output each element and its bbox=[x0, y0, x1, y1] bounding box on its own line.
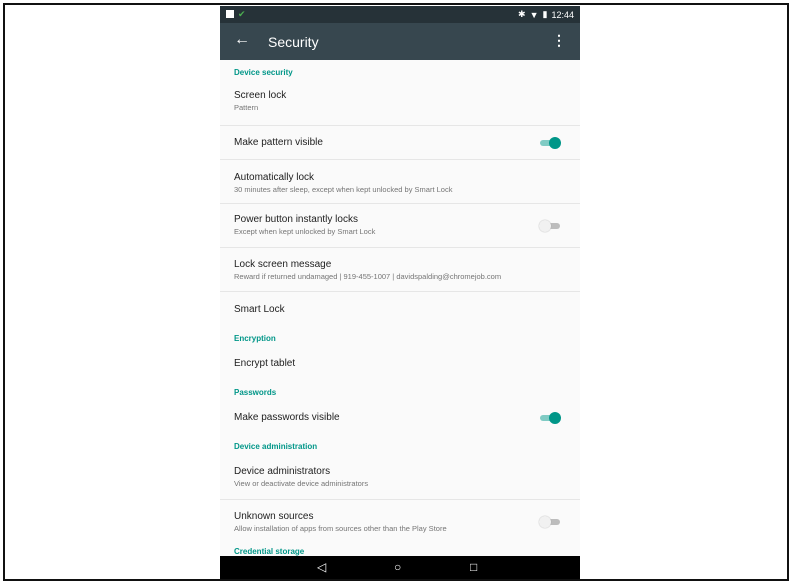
section-header-credential-storage: Credential storage bbox=[234, 547, 305, 556]
setting-title: Lock screen message bbox=[234, 259, 332, 270]
setting-screen-lock[interactable]: Screen lock Pattern bbox=[220, 82, 580, 126]
setting-encrypt-tablet[interactable]: Encrypt tablet bbox=[220, 348, 580, 380]
setting-title: Make passwords visible bbox=[234, 412, 340, 423]
setting-make-passwords-visible[interactable]: Make passwords visible bbox=[220, 402, 580, 434]
nav-home-icon[interactable]: ○ bbox=[394, 560, 401, 574]
app-bar: ← Security ⋮ bbox=[220, 23, 580, 60]
settings-list: Device security Screen lock Pattern Make… bbox=[220, 60, 580, 556]
status-time: 12:44 bbox=[551, 9, 574, 20]
setting-summary: Allow installation of apps from sources … bbox=[234, 524, 447, 533]
nav-back-icon[interactable]: ◁ bbox=[317, 560, 326, 574]
arrow-back-icon[interactable]: ← bbox=[234, 31, 250, 49]
unknown-sources-toggle[interactable] bbox=[539, 516, 560, 528]
section-header-device-security: Device security bbox=[234, 68, 293, 77]
download-done-icon: ✔ bbox=[238, 9, 246, 19]
setting-title: Device administrators bbox=[234, 466, 331, 477]
setting-title: Power button instantly locks bbox=[234, 214, 358, 225]
setting-title: Automatically lock bbox=[234, 172, 315, 183]
setting-summary: Reward if returned undamaged | 919-455-1… bbox=[234, 272, 502, 281]
notification-icon bbox=[226, 10, 234, 18]
navigation-bar: ◁ ○ □ bbox=[220, 556, 580, 579]
setting-lock-screen-message[interactable]: Lock screen message Reward if returned u… bbox=[220, 248, 580, 292]
bluetooth-icon: ✱ bbox=[518, 9, 526, 19]
setting-automatically-lock[interactable]: Automatically lock 30 minutes after slee… bbox=[220, 160, 580, 204]
section-header-device-administration: Device administration bbox=[234, 442, 318, 451]
setting-title: Make pattern visible bbox=[234, 137, 323, 148]
setting-summary: Except when kept unlocked by Smart Lock bbox=[234, 227, 376, 236]
power-lock-toggle[interactable] bbox=[539, 220, 560, 232]
setting-make-pattern-visible[interactable]: Make pattern visible bbox=[220, 126, 580, 160]
passwords-visible-toggle[interactable] bbox=[540, 412, 561, 424]
setting-title: Smart Lock bbox=[234, 304, 285, 315]
setting-title: Unknown sources bbox=[234, 511, 314, 522]
setting-title: Encrypt tablet bbox=[234, 358, 296, 369]
more-vert-icon[interactable]: ⋮ bbox=[552, 32, 566, 49]
pattern-visible-toggle[interactable] bbox=[540, 137, 561, 149]
tablet-screen: ✔ ✱ ▼ ▮ 12:44 ← Security ⋮ Device securi… bbox=[220, 6, 580, 579]
setting-unknown-sources[interactable]: Unknown sources Allow installation of ap… bbox=[220, 500, 580, 542]
section-header-encryption: Encryption bbox=[234, 334, 276, 343]
section-header-passwords: Passwords bbox=[234, 388, 277, 397]
setting-device-administrators[interactable]: Device administrators View or deactivate… bbox=[220, 456, 580, 500]
setting-summary: Pattern bbox=[234, 103, 259, 112]
setting-title: Screen lock bbox=[234, 90, 287, 101]
nav-recents-icon[interactable]: □ bbox=[470, 560, 477, 574]
status-bar: ✔ ✱ ▼ ▮ 12:44 bbox=[220, 6, 580, 23]
setting-summary: View or deactivate device administrators bbox=[234, 479, 369, 488]
page-title: Security bbox=[268, 34, 319, 50]
setting-power-button-locks[interactable]: Power button instantly locks Except when… bbox=[220, 204, 580, 248]
wifi-icon: ▼ bbox=[529, 9, 539, 20]
battery-icon: ▮ bbox=[542, 9, 548, 19]
setting-summary: 30 minutes after sleep, except when kept… bbox=[234, 185, 453, 194]
setting-smart-lock[interactable]: Smart Lock bbox=[220, 292, 580, 326]
